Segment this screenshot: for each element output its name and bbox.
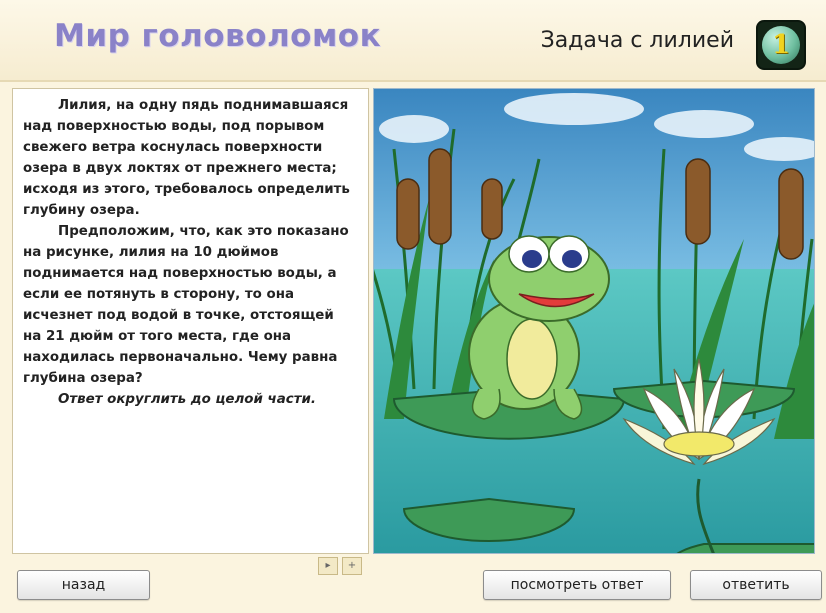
scroll-down-button[interactable]: + xyxy=(342,557,362,575)
task-title: Задача с лилией xyxy=(540,28,734,53)
answer-note: Ответ округлить до целой части. xyxy=(58,392,316,407)
problem-paragraph-1: Лилия, на одну пядь поднимавшаяся над по… xyxy=(23,98,350,218)
app-title: Мир головоломок xyxy=(54,18,382,54)
problem-paragraph-2: Предположим, что, как это показано на ри… xyxy=(23,224,349,386)
back-button[interactable]: назад xyxy=(17,570,150,600)
show-answer-button[interactable]: посмотреть ответ xyxy=(483,570,671,600)
problem-text-panel: Лилия, на одну пядь поднимавшаяся над по… xyxy=(12,88,369,554)
task-number-badge: 1 xyxy=(756,20,806,70)
pond-scene xyxy=(374,89,814,553)
pond-illustration xyxy=(373,88,815,554)
task-number-orb-icon: 1 xyxy=(762,26,800,64)
header-bar: Мир головоломок Задача с лилией 1 xyxy=(0,0,826,82)
arrow-down-icon: + xyxy=(347,560,357,571)
task-number: 1 xyxy=(771,30,791,60)
submit-answer-button[interactable]: ответить xyxy=(690,570,822,600)
text-scroll-controls: ▸ + xyxy=(318,557,362,575)
arrow-up-icon: ▸ xyxy=(325,560,331,571)
scroll-up-button[interactable]: ▸ xyxy=(318,557,338,575)
